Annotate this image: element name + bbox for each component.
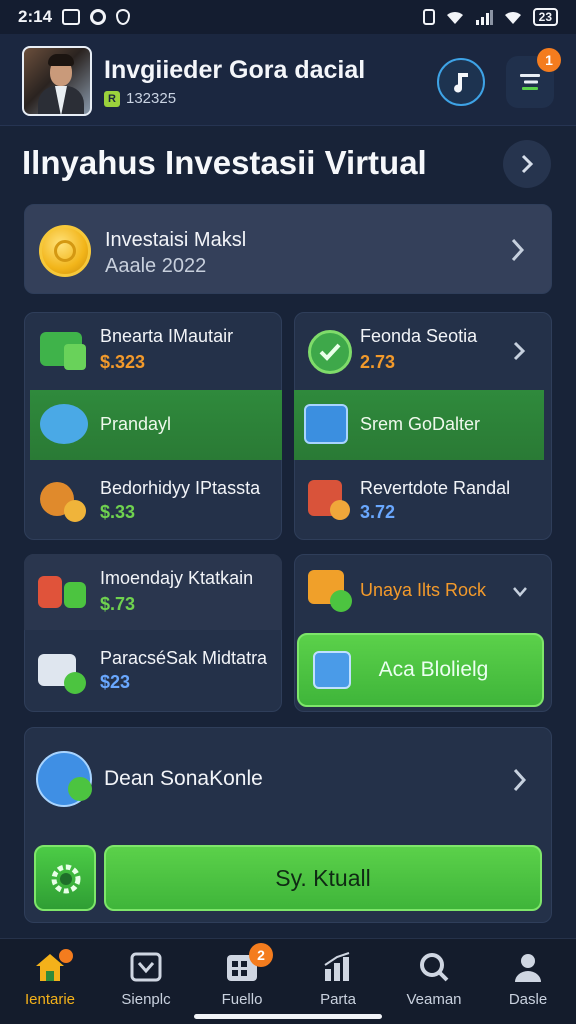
left-tile-1[interactable]: Bnearta IMautair $.323	[24, 312, 282, 390]
tab-label: Fuello	[221, 991, 263, 1008]
primary-button-label: Sy. Ktuall	[275, 864, 371, 891]
feature-card[interactable]: Investaisi Maksl Aaale 2022	[24, 204, 552, 294]
home-icon	[33, 949, 73, 983]
tile-value: 2.73	[360, 352, 396, 372]
people-chart-icon	[38, 576, 62, 608]
gear-icon	[51, 864, 81, 894]
tab-label: Parta	[320, 991, 356, 1008]
tab-label: Ientarie	[24, 991, 76, 1008]
left-green-band[interactable]: Prandayl	[30, 390, 282, 460]
right-tile-2[interactable]: Revertdote Randal 3.72	[294, 460, 552, 540]
tab-simple[interactable]: Sienplc	[98, 939, 194, 1015]
chevron-right-icon	[521, 154, 534, 174]
action-button[interactable]: Aca Blolielg	[297, 633, 544, 707]
user-id: 132325	[126, 90, 177, 107]
tile-name: ParacséSak Midtatra	[100, 648, 268, 668]
wifi-icon-2	[504, 11, 521, 24]
wifi-icon	[446, 11, 463, 24]
shield-app-icon	[116, 9, 131, 25]
section-next-button[interactable]	[503, 140, 551, 188]
chevron-right-icon	[511, 238, 525, 262]
left-tile-3[interactable]: Imoendajy Ktatkain $.73	[24, 554, 282, 630]
action-button-label: Aca Blolielg	[378, 658, 489, 681]
tab-label: Veaman	[406, 991, 462, 1008]
home-indicator[interactable]	[194, 1014, 382, 1019]
chevron-down-icon	[513, 587, 527, 597]
tile-value: $.33	[100, 502, 136, 522]
music-button[interactable]	[437, 58, 485, 106]
right-group-2-header[interactable]: Unaya Ilts Rock	[294, 554, 552, 630]
tile-name: Revertdote Randal	[360, 478, 511, 498]
bottom-tab-bar: Ientarie Sienplc 2 Fuello Parta Veaman D…	[0, 938, 576, 1024]
tab-dasle[interactable]: Dasle	[480, 939, 576, 1015]
tile-name: Bnearta IMautair	[100, 326, 234, 346]
box-icon	[129, 951, 163, 983]
id-badge-icon: R	[104, 90, 120, 107]
band-label: Srem GoDalter	[360, 414, 481, 434]
tab-label: Dasle	[508, 991, 548, 1008]
settings-tile[interactable]	[34, 845, 96, 911]
edit-icon	[313, 651, 351, 689]
tab-fuello[interactable]: 2 Fuello	[194, 939, 290, 1015]
vibrate-icon	[422, 9, 435, 25]
tab-badge: 2	[249, 943, 273, 967]
profile-header: Invgiieder Gora dacial R 132325 1	[0, 34, 576, 126]
user-name: Invgiieder Gora dacial	[104, 56, 366, 84]
right-green-band[interactable]: Srem GoDalter	[294, 390, 544, 460]
music-note-icon	[454, 73, 468, 93]
menu-icon	[520, 74, 540, 90]
user-id-row: R 132325	[104, 90, 176, 107]
circle-app-icon	[90, 9, 107, 25]
left-tile-4[interactable]: ParacséSak Midtatra $23	[24, 630, 282, 712]
bottom-card-row[interactable]: Dean SonaKonle	[24, 727, 552, 831]
tile-value: 3.72	[360, 502, 396, 522]
user-icon	[511, 951, 545, 983]
search-icon	[417, 951, 451, 983]
feature-subtitle: Aaale 2022	[105, 255, 207, 277]
tile-name: Feonda Seotia	[360, 326, 478, 346]
left-tile-2[interactable]: Bedorhidyy IPtassta $.33	[24, 460, 282, 540]
notification-badge: 1	[537, 48, 561, 72]
check-icon	[319, 343, 341, 361]
tile-name: Imoendajy Ktatkain	[100, 568, 254, 588]
avatar[interactable]	[22, 46, 92, 116]
chevron-right-icon	[513, 768, 527, 792]
status-time: 2:14	[18, 7, 53, 26]
band-label: Prandayl	[100, 414, 172, 434]
notification-app-icon	[62, 9, 81, 25]
tab-label: Sienplc	[121, 991, 171, 1008]
primary-button[interactable]: Sy. Ktuall	[104, 845, 542, 911]
signal-icon	[475, 10, 493, 25]
bottom-card-title: Dean SonaKonle	[104, 767, 263, 790]
battery-icon: 23	[532, 8, 558, 26]
tab-parta[interactable]: Parta	[290, 939, 386, 1015]
coin-icon	[39, 225, 91, 277]
status-bar: 2:14 23	[0, 0, 576, 34]
bird-logo-icon	[40, 404, 88, 444]
group-title: Unaya Ilts Rock	[360, 580, 487, 600]
grid-icon: 2	[225, 943, 273, 983]
tile-value: $.323	[100, 352, 146, 372]
right-tile-1[interactable]: Feonda Seotia 2.73	[294, 312, 552, 390]
tile-value: $.73	[100, 594, 136, 614]
section-title: Ilnyahus Investasii Virtual	[22, 144, 427, 181]
tile-value: $23	[100, 672, 131, 692]
chart-icon	[321, 951, 355, 983]
tile-name: Bedorhidyy IPtassta	[100, 478, 261, 498]
feature-title: Investaisi Maksl	[105, 229, 247, 251]
document-icon	[304, 404, 348, 444]
tab-veaman[interactable]: Veaman	[386, 939, 482, 1015]
tab-home[interactable]: Ientarie	[2, 939, 98, 1015]
chevron-right-icon	[513, 341, 526, 361]
